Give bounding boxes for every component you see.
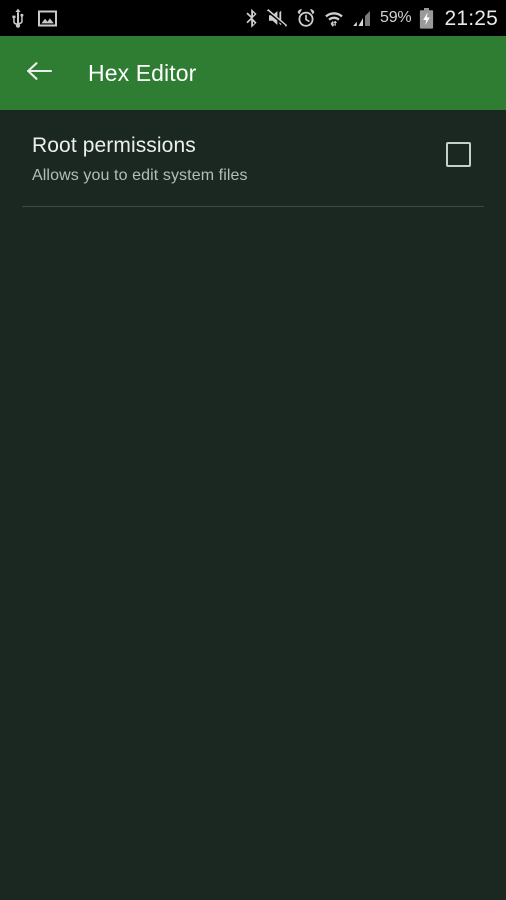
cellular-signal-icon: [352, 10, 372, 27]
list-divider: [22, 206, 484, 208]
battery-percent-label: 59%: [380, 9, 412, 26]
usb-icon: [10, 8, 26, 28]
status-bar[interactable]: 59% 21:25: [0, 0, 506, 36]
alarm-icon: [296, 8, 316, 28]
preference-title: Root permissions: [32, 134, 196, 157]
battery-charging-icon: [419, 7, 434, 29]
back-button[interactable]: [22, 56, 56, 90]
settings-list: Root permissions Allows you to edit syst…: [0, 110, 506, 208]
preference-text: Root permissions Allows you to edit syst…: [32, 134, 424, 185]
root-permissions-checkbox[interactable]: [434, 130, 482, 178]
page-title: Hex Editor: [88, 59, 197, 86]
bluetooth-icon: [245, 8, 259, 29]
app-bar: Hex Editor: [0, 36, 506, 110]
preference-row-root-permissions[interactable]: Root permissions Allows you to edit syst…: [0, 110, 506, 185]
arrow-back-icon: [25, 59, 53, 88]
checkbox-unchecked-icon: [445, 141, 471, 167]
wifi-icon: [324, 9, 344, 28]
status-bar-right-icons: 59% 21:25: [245, 6, 498, 30]
preference-summary: Allows you to edit system files: [32, 167, 248, 185]
clock-label: 21:25: [444, 6, 498, 30]
mute-icon: [266, 9, 288, 27]
image-icon: [38, 10, 57, 27]
status-bar-left-icons: [10, 8, 57, 28]
